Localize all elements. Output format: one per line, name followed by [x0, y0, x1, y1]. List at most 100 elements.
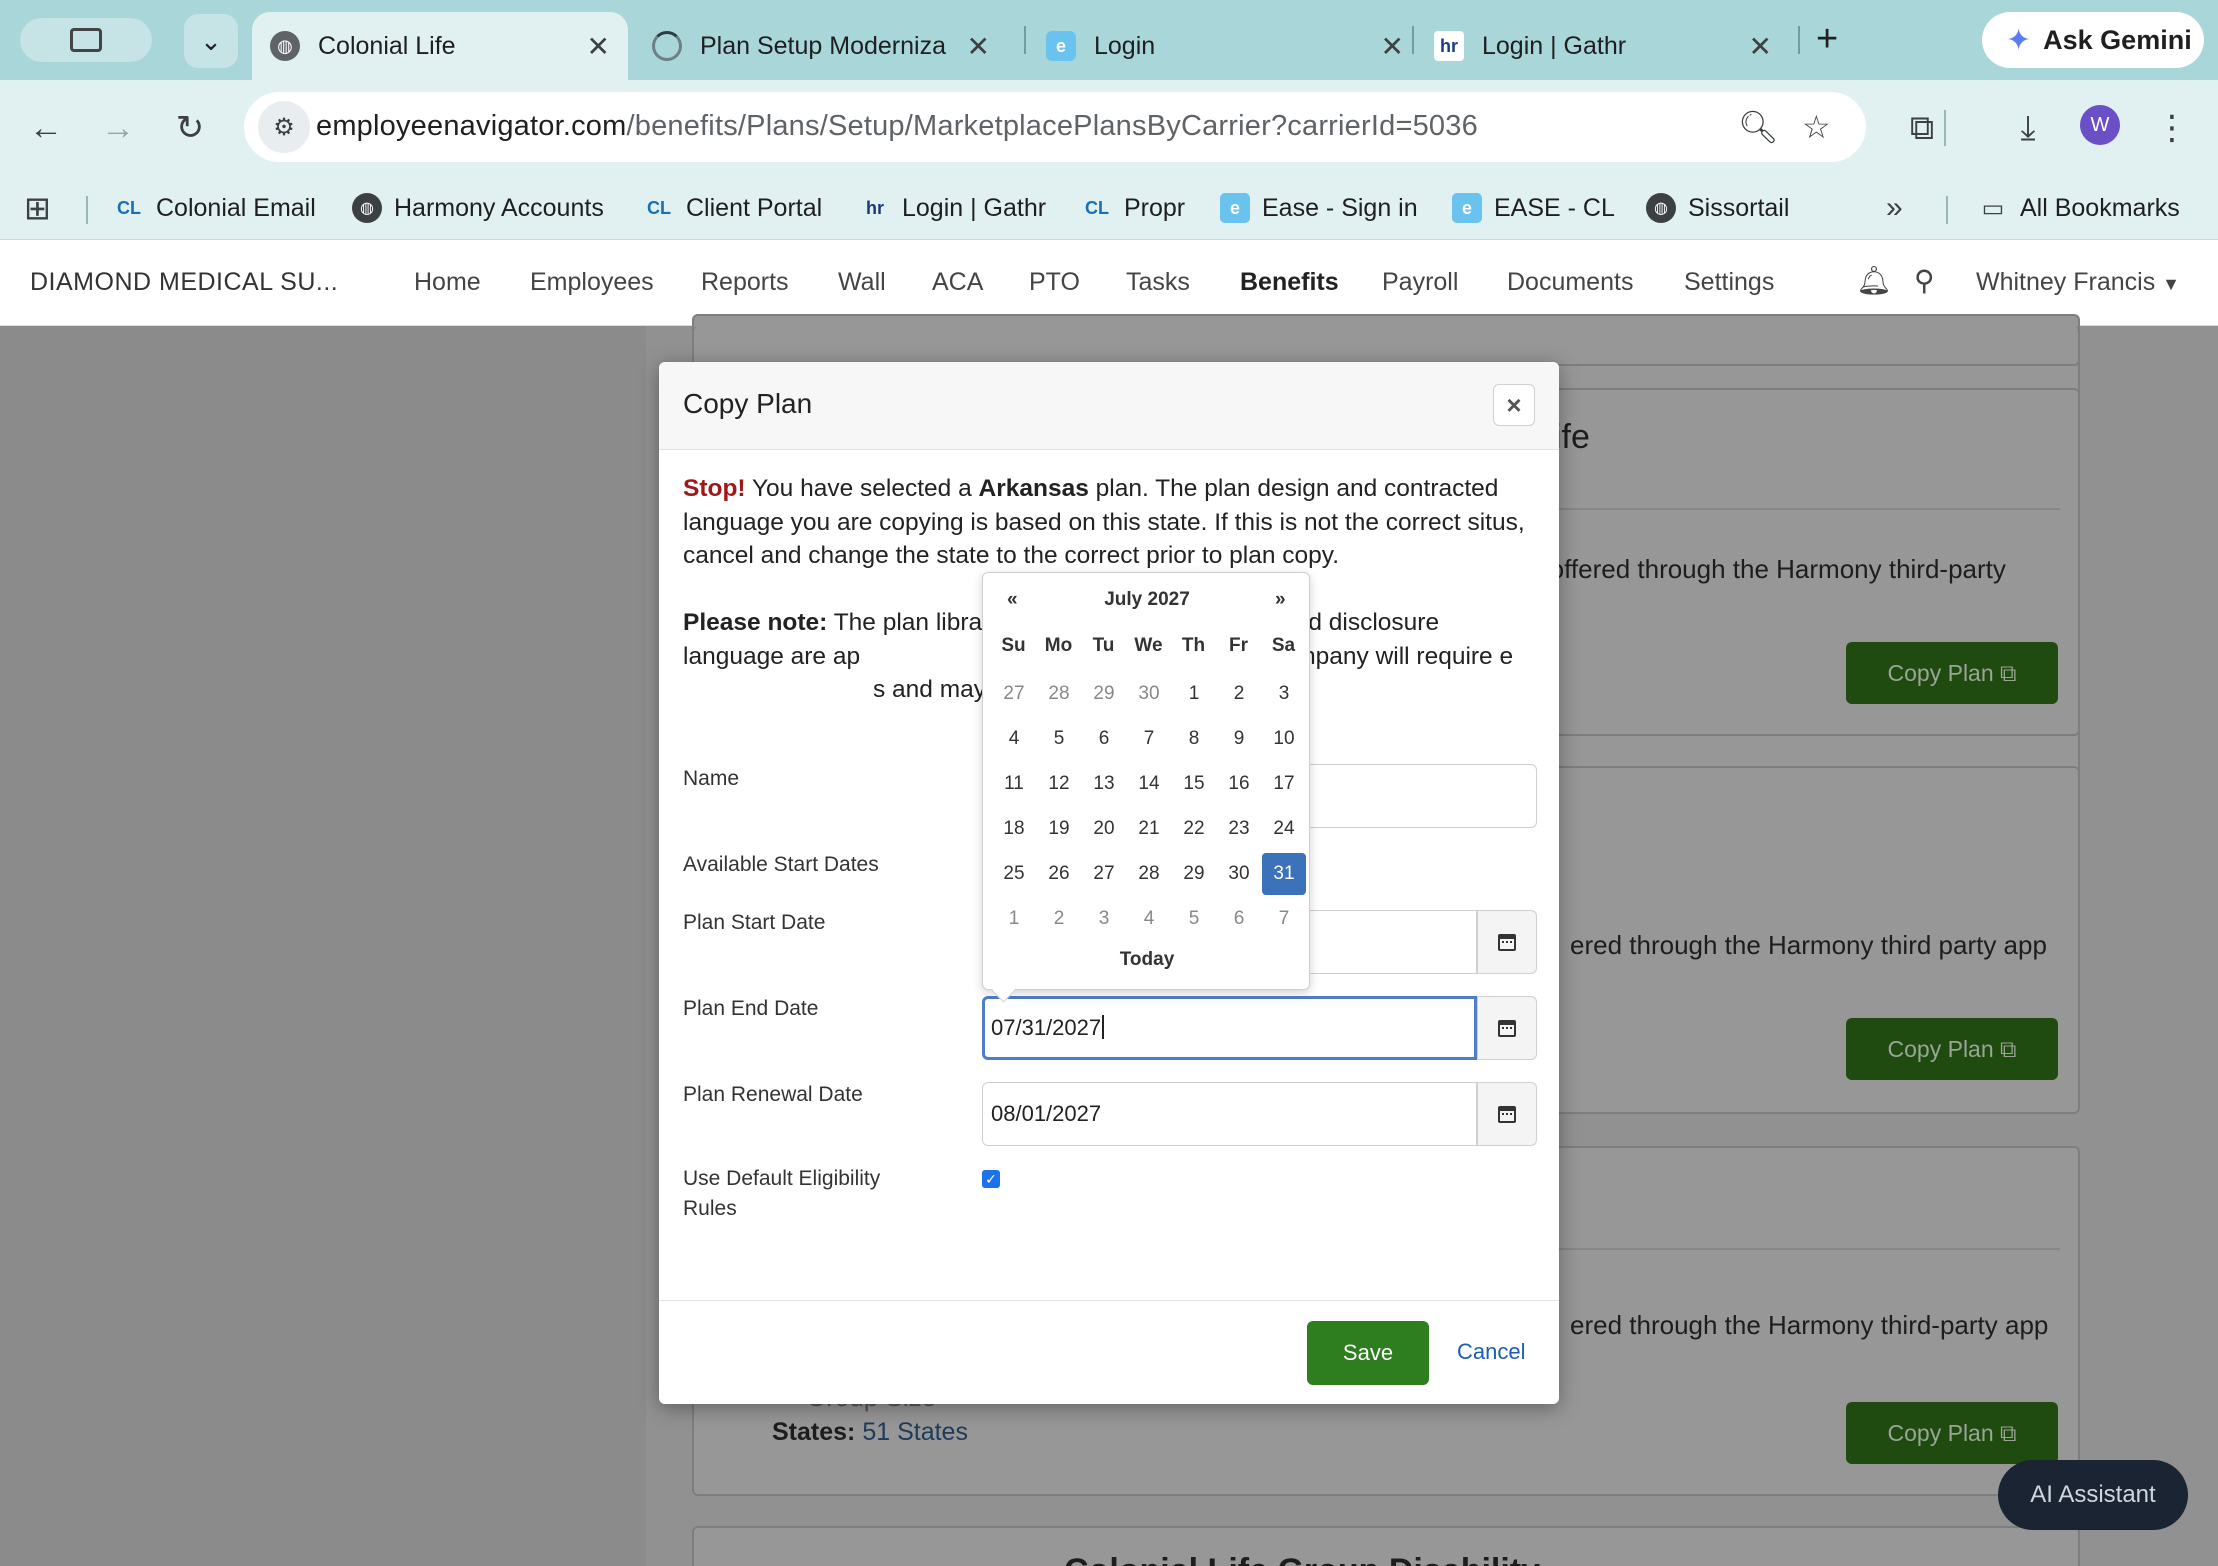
calendar-day[interactable]: 15 — [1172, 763, 1216, 805]
calendar-day[interactable]: 11 — [992, 763, 1036, 805]
bookmark-login-gathr[interactable]: hr Login | Gathr — [860, 190, 1046, 226]
calendar-day[interactable]: 4 — [992, 718, 1036, 760]
plan-renewal-date-field[interactable]: 08/01/2027 — [982, 1082, 1477, 1146]
calendar-day[interactable]: 2 — [1037, 898, 1081, 940]
calendar-day[interactable]: 6 — [1082, 718, 1126, 760]
calendar-day[interactable]: 13 — [1082, 763, 1126, 805]
copy-plan-button[interactable]: Copy Plan ⧉ — [1846, 1018, 2058, 1080]
all-bookmarks-button[interactable]: ▭ All Bookmarks — [1978, 190, 2180, 226]
tab-plan-setup[interactable]: Plan Setup Moderniza ✕ — [652, 12, 1008, 80]
tab-login[interactable]: e Login ✕ — [1046, 12, 1422, 80]
calendar-day[interactable]: 30 — [1217, 853, 1261, 895]
reload-button[interactable]: ↻ — [164, 102, 216, 154]
calendar-day[interactable]: 19 — [1037, 808, 1081, 850]
calendar-day[interactable]: 8 — [1172, 718, 1216, 760]
bookmark-sissortail[interactable]: ◍ Sissortail — [1646, 190, 1789, 226]
window-switcher-button[interactable] — [20, 18, 152, 62]
default-eligibility-checkbox[interactable]: ✓ — [982, 1170, 1000, 1188]
calendar-day[interactable]: 29 — [1082, 673, 1126, 715]
plan-end-calendar-button[interactable] — [1477, 996, 1537, 1060]
nav-tasks[interactable]: Tasks — [1126, 268, 1190, 297]
ai-assistant-button[interactable]: AI Assistant — [1998, 1460, 2188, 1530]
calendar-day[interactable]: 27 — [1082, 853, 1126, 895]
tab-login-gathr[interactable]: hr Login | Gathr ✕ — [1434, 12, 1790, 80]
search-icon[interactable]: ⚲ — [1914, 264, 1935, 297]
calendar-day[interactable]: 14 — [1127, 763, 1171, 805]
user-menu[interactable]: Whitney Francis ▼ — [1976, 268, 2180, 297]
calendar-day[interactable]: 31 — [1262, 853, 1306, 895]
more-bookmarks-icon[interactable]: » — [1886, 190, 1903, 226]
bookmark-harmony-accounts[interactable]: ◍ Harmony Accounts — [352, 190, 604, 226]
close-icon[interactable]: × — [1493, 384, 1535, 426]
extensions-icon[interactable]: ⧉ — [1896, 102, 1948, 154]
calendar-day[interactable]: 18 — [992, 808, 1036, 850]
calendar-day[interactable]: 30 — [1127, 673, 1171, 715]
calendar-day[interactable]: 12 — [1037, 763, 1081, 805]
calendar-day[interactable]: 7 — [1262, 898, 1306, 940]
calendar-day[interactable]: 28 — [1037, 673, 1081, 715]
nav-documents[interactable]: Documents — [1507, 268, 1633, 297]
close-tab-icon[interactable]: ✕ — [1381, 30, 1404, 63]
calendar-day[interactable]: 27 — [992, 673, 1036, 715]
calendar-day[interactable]: 1 — [992, 898, 1036, 940]
calendar-day[interactable]: 1 — [1172, 673, 1216, 715]
calendar-day[interactable]: 3 — [1262, 673, 1306, 715]
url-text[interactable]: employeenavigator.com/benefits/Plans/Set… — [316, 110, 1478, 143]
nav-wall[interactable]: Wall — [838, 268, 886, 297]
calendar-day[interactable]: 24 — [1262, 808, 1306, 850]
plan-end-date-field[interactable]: 07/31/2027 — [982, 996, 1477, 1060]
prev-month-button[interactable]: « — [1007, 589, 1018, 611]
browser-menu-icon[interactable]: ⋮ — [2146, 102, 2198, 154]
nav-employees[interactable]: Employees — [530, 268, 654, 297]
calendar-day[interactable]: 5 — [1172, 898, 1216, 940]
nav-aca[interactable]: ACA — [932, 268, 983, 297]
calendar-day[interactable]: 5 — [1037, 718, 1081, 760]
states-link[interactable]: 51 States — [862, 1418, 968, 1446]
calendar-day[interactable]: 22 — [1172, 808, 1216, 850]
today-button[interactable]: Today — [983, 949, 1311, 971]
nav-home[interactable]: Home — [414, 268, 481, 297]
forward-button[interactable]: → — [92, 102, 144, 154]
close-tab-icon[interactable]: ✕ — [587, 30, 610, 63]
address-bar[interactable]: ⚙ employeenavigator.com/benefits/Plans/S… — [244, 92, 1866, 162]
plan-renewal-calendar-button[interactable] — [1477, 1082, 1537, 1146]
calendar-day[interactable]: 9 — [1217, 718, 1261, 760]
close-tab-icon[interactable]: ✕ — [967, 30, 990, 63]
copy-plan-button[interactable]: Copy Plan ⧉ — [1846, 642, 2058, 704]
cancel-link[interactable]: Cancel — [1457, 1339, 1525, 1365]
calendar-day[interactable]: 17 — [1262, 763, 1306, 805]
bookmark-ease-cl[interactable]: e EASE - CL — [1452, 190, 1615, 226]
bookmark-colonial-email[interactable]: CL Colonial Email — [114, 190, 316, 226]
calendar-day[interactable]: 10 — [1262, 718, 1306, 760]
zoom-icon[interactable]: 🔍︎ — [1738, 108, 1779, 146]
nav-pto[interactable]: PTO — [1029, 268, 1080, 297]
new-tab-button[interactable]: + — [1816, 18, 1838, 61]
datepicker-month-title[interactable]: July 2027 — [983, 589, 1311, 611]
tab-search-button[interactable]: ⌄ — [184, 14, 238, 68]
calendar-day[interactable]: 26 — [1037, 853, 1081, 895]
nav-payroll[interactable]: Payroll — [1382, 268, 1458, 297]
bookmark-client-portal[interactable]: CL Client Portal — [644, 190, 822, 226]
copy-plan-button[interactable]: Copy Plan ⧉ — [1846, 1402, 2058, 1464]
calendar-day[interactable]: 25 — [992, 853, 1036, 895]
next-month-button[interactable]: » — [1275, 589, 1286, 611]
calendar-day[interactable]: 28 — [1127, 853, 1171, 895]
calendar-day[interactable]: 2 — [1217, 673, 1261, 715]
calendar-day[interactable]: 29 — [1172, 853, 1216, 895]
bookmark-star-icon[interactable]: ☆ — [1802, 108, 1831, 146]
site-info-icon[interactable]: ⚙ — [258, 101, 310, 153]
plan-start-calendar-button[interactable] — [1477, 910, 1537, 974]
bookmark-ease-sign-in[interactable]: e Ease - Sign in — [1220, 190, 1418, 226]
back-button[interactable]: ← — [20, 102, 72, 154]
nav-benefits[interactable]: Benefits — [1230, 268, 1349, 327]
calendar-day[interactable]: 4 — [1127, 898, 1171, 940]
nav-reports[interactable]: Reports — [701, 268, 789, 297]
calendar-day[interactable]: 16 — [1217, 763, 1261, 805]
close-tab-icon[interactable]: ✕ — [1749, 30, 1772, 63]
company-name[interactable]: DIAMOND MEDICAL SU... — [30, 268, 338, 297]
tab-colonial-life[interactable]: ◍ Colonial Life ✕ — [252, 12, 628, 80]
bell-icon[interactable]: 🔔︎ — [1856, 264, 1892, 297]
calendar-day[interactable]: 23 — [1217, 808, 1261, 850]
save-button[interactable]: Save — [1307, 1321, 1429, 1385]
download-icon[interactable]: ⤓ — [2002, 102, 2054, 154]
